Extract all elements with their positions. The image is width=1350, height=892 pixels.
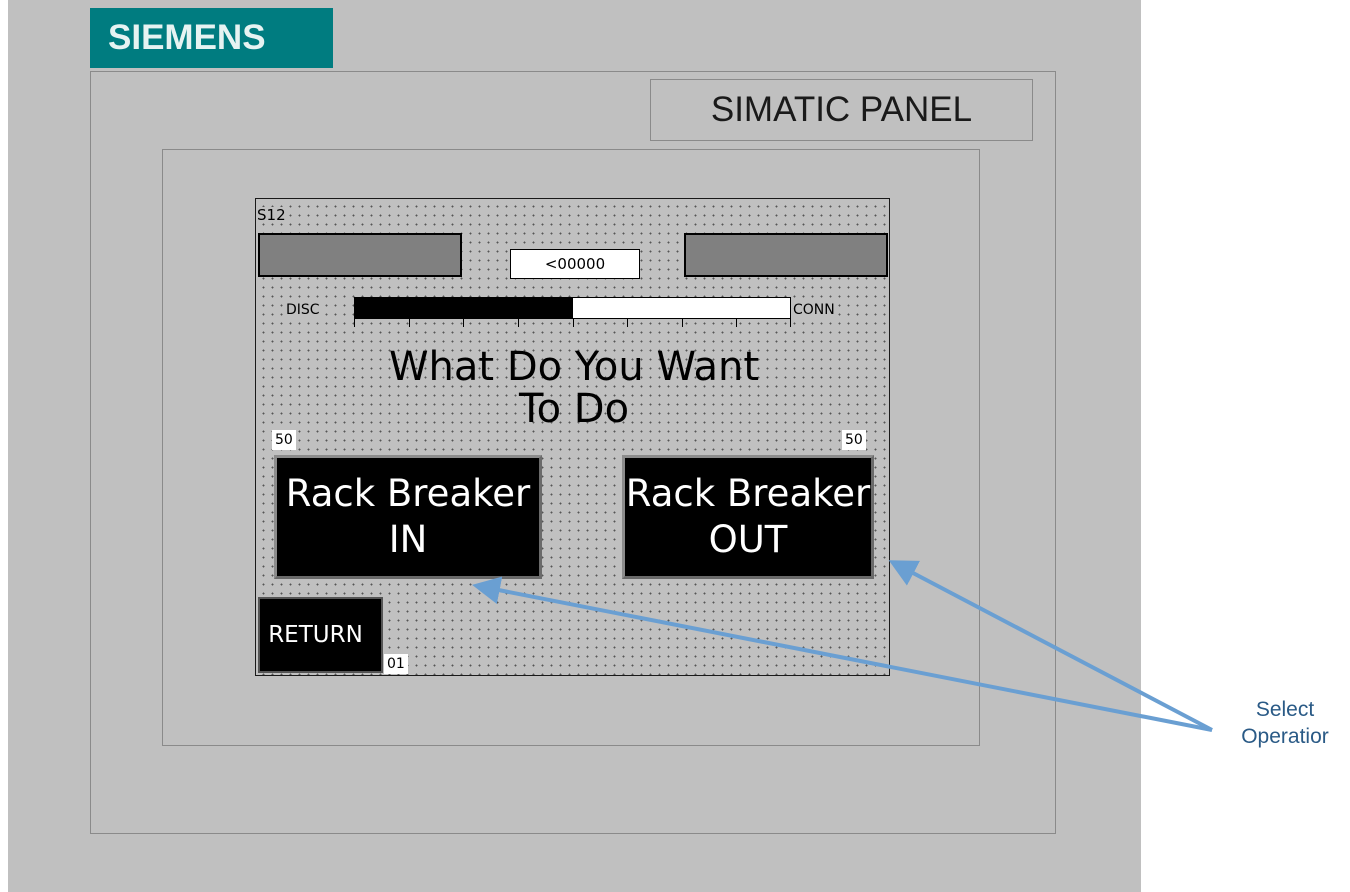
position-bar-scale [354,319,791,328]
scale-tick [408,319,410,327]
conn-label: CONN [791,302,837,318]
rack-breaker-out-button[interactable]: Rack Breaker OUT [622,455,874,579]
disc-label: DISC [284,302,322,318]
scale-tick [463,319,465,327]
scale-tick [572,319,574,327]
callout-line-2: Operatior [1241,725,1329,748]
siemens-logo: SIEMENS [90,8,333,68]
prompt-text: What Do You Want To Do [316,346,832,430]
callout-line-1: Select [1255,698,1315,721]
rack-in-button-line-2: IN [388,518,428,561]
status-indicator-left [258,233,462,277]
prompt-line-2: To Do [518,386,630,432]
return-button[interactable]: RETURN [258,597,383,673]
prompt-line-1: What Do You Want [389,344,759,390]
position-bar [354,297,791,319]
scale-tick [790,319,791,327]
scale-tick [354,319,355,327]
rack-out-count: 50 [842,430,866,450]
position-bar-fill [355,298,573,318]
screen-number: S12 [257,206,288,224]
rack-out-button-line-2: OUT [708,518,788,561]
rack-out-button-line-1: Rack Breaker [625,472,871,515]
rack-in-count: 50 [272,430,296,450]
scale-tick [681,319,683,327]
value-display: <00000 [510,249,640,279]
status-indicator-right [684,233,888,277]
return-number: 01 [384,654,408,674]
hmi-screen: S12 <00000 DISC CONN What Do You Want To… [255,198,890,676]
callout-label: Select Operatior [1220,696,1350,750]
scale-tick [627,319,629,327]
rack-in-button-line-1: Rack Breaker [285,472,531,515]
scale-tick [736,319,738,327]
rack-breaker-in-button[interactable]: Rack Breaker IN [274,455,542,579]
simatic-panel-label: SIMATIC PANEL [650,79,1033,141]
scale-tick [517,319,519,327]
